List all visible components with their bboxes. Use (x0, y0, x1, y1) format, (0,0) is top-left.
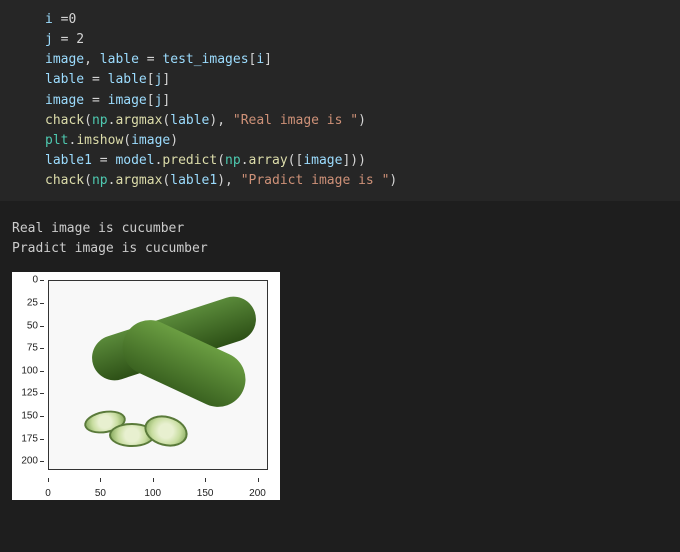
code-line: j = 2 (45, 30, 668, 50)
x-tick-label: 0 (45, 486, 51, 501)
code-line: lable = lable[j] (45, 70, 668, 90)
plot-image-area (48, 280, 268, 470)
matplotlib-figure: 0 25 50 75 100 125 150 175 200 0 50 100 150 200 (12, 272, 280, 500)
code-line: chack(np.argmax(lable1), "Pradict image … (45, 171, 668, 191)
cucumber-slice (141, 411, 191, 451)
x-tick-label: 150 (197, 486, 214, 501)
code-line: chack(np.argmax(lable), "Real image is "… (45, 111, 668, 131)
x-tick-label: 100 (144, 486, 161, 501)
y-tick-label: 25 (27, 295, 38, 310)
output-area: Real image is cucumber Pradict image is … (0, 201, 680, 512)
y-tick-label: 150 (21, 408, 38, 423)
x-tick-label: 50 (95, 486, 106, 501)
code-line: image = image[j] (45, 91, 668, 111)
y-tick-label: 125 (21, 386, 38, 401)
code-line: i =0 (45, 10, 668, 30)
code-line: image, lable = test_images[i] (45, 50, 668, 70)
code-cell[interactable]: i =0 j = 2 image, lable = test_images[i]… (0, 0, 680, 201)
y-tick-label: 75 (27, 341, 38, 356)
x-axis-ticks: 0 50 100 150 200 (48, 478, 268, 500)
y-axis-ticks: 0255075100125150175200 (12, 280, 44, 470)
code-line: lable1 = model.predict(np.array([image])… (45, 151, 668, 171)
y-tick-label: 100 (21, 363, 38, 378)
code-line: plt.imshow(image) (45, 131, 668, 151)
y-tick-label: 0 (32, 273, 38, 288)
y-tick-label: 200 (21, 454, 38, 469)
y-tick-label: 50 (27, 318, 38, 333)
y-tick-label: 175 (21, 431, 38, 446)
x-tick-label: 200 (249, 486, 266, 501)
output-text: Real image is cucumber Pradict image is … (12, 219, 668, 258)
